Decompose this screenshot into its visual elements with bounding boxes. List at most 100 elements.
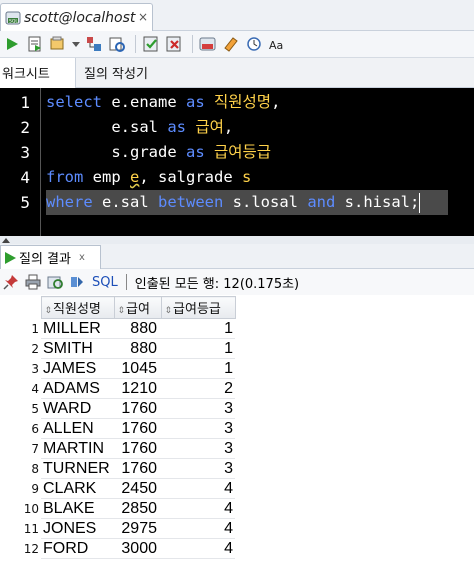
tab-query-builder[interactable]: 질의 작성기 — [76, 58, 158, 88]
line-number: 4 — [20, 168, 30, 187]
code-area[interactable]: select e.ename as 직원성명, e.sal as 급여, s.g… — [46, 90, 474, 215]
cell-sal[interactable]: 2850 — [114, 498, 161, 519]
result-toolbar: SQL 인출된 모든 행: 12(0.175초) — [0, 269, 474, 295]
commit-changes-icon[interactable] — [141, 34, 161, 54]
table-row[interactable]: 1 MILLER 880 1 — [0, 318, 235, 339]
cell-ename[interactable]: ADAMS — [41, 378, 114, 399]
table-row[interactable]: 9 CLARK 2450 4 — [0, 478, 235, 499]
cell-grade[interactable]: 4 — [161, 498, 235, 519]
cell-ename[interactable]: FORD — [41, 538, 114, 559]
toolbar-divider — [125, 274, 127, 290]
run-script-icon[interactable] — [25, 34, 45, 54]
clear-icon[interactable] — [221, 34, 241, 54]
sql-editor[interactable]: 1 2 3 4 5 select e.ename as 직원성명, e.sal as 급… — [0, 88, 474, 236]
table-row[interactable]: 4 ADAMS 1210 2 — [0, 378, 235, 399]
cell-sal[interactable]: 1210 — [114, 378, 161, 399]
table-row[interactable]: 8 TURNER 1760 3 — [0, 458, 235, 479]
code-text: e.ename — [102, 93, 186, 111]
code-line[interactable]: select e.ename as 직원성명, — [46, 90, 474, 115]
editor-subtabs: 워크시트 질의 작성기 — [0, 57, 474, 88]
column-header-sal[interactable]: ⇕급여 — [113, 296, 162, 319]
tab-query-result[interactable]: 질의 결과 x — [0, 245, 101, 269]
rollback-icon[interactable] — [164, 34, 184, 54]
autotrace-icon[interactable] — [107, 34, 127, 54]
close-result-tab-icon[interactable]: x — [79, 252, 85, 263]
worksheet-tab[interactable]: SQL scott@localhost × — [0, 3, 153, 31]
sql-keyword: as — [167, 118, 186, 136]
cell-sal[interactable]: 1045 — [114, 358, 161, 379]
refresh-icon[interactable] — [46, 273, 64, 291]
cell-ename[interactable]: BLAKE — [41, 498, 114, 519]
cell-ename[interactable]: JAMES — [41, 358, 114, 379]
explain-plan-icon[interactable] — [84, 34, 104, 54]
table-row[interactable]: 11 JONES 2975 4 — [0, 518, 235, 539]
table-row[interactable]: 10 BLAKE 2850 4 — [0, 498, 235, 519]
cell-sal[interactable]: 1760 — [114, 418, 161, 439]
cell-sal[interactable]: 1760 — [114, 398, 161, 419]
sql-keyword: from — [46, 168, 84, 186]
cell-ename[interactable]: TURNER — [41, 458, 114, 479]
close-tab-icon[interactable]: × — [138, 10, 148, 24]
column-header-grade[interactable]: ⇕급여등급 — [160, 296, 236, 319]
table-row[interactable]: 6 ALLEN 1760 3 — [0, 418, 235, 439]
cell-grade[interactable]: 4 — [161, 478, 235, 499]
format-icon[interactable]: Aa — [267, 34, 287, 54]
cell-ename[interactable]: JONES — [41, 518, 114, 539]
cell-grade[interactable]: 1 — [161, 358, 235, 379]
row-number: 9 — [31, 481, 39, 496]
cell-sal[interactable]: 880 — [114, 318, 161, 339]
sort-icon: ⇕ — [164, 306, 173, 316]
cell-grade[interactable]: 2 — [161, 378, 235, 399]
pin-icon[interactable] — [2, 273, 20, 291]
commit-icon[interactable] — [48, 34, 68, 54]
cell-ename[interactable]: MARTIN — [41, 438, 114, 459]
cell-ename[interactable]: WARD — [41, 398, 114, 419]
editor-horizontal-scrollbar[interactable] — [0, 236, 474, 244]
cell-sal[interactable]: 2975 — [114, 518, 161, 539]
tab-worksheet[interactable]: 워크시트 — [0, 57, 76, 88]
cell-sal[interactable]: 3000 — [114, 538, 161, 559]
sql-icon[interactable] — [68, 273, 86, 291]
table-row[interactable]: 2 SMITH 880 1 — [0, 338, 235, 359]
cell-grade[interactable]: 1 — [161, 318, 235, 339]
row-number: 12 — [23, 541, 39, 556]
code-line[interactable]: e.sal as 급여, — [46, 115, 474, 140]
row-number: 3 — [31, 361, 39, 376]
cell-ename[interactable]: CLARK — [41, 478, 114, 499]
code-text: , salgrade — [139, 168, 242, 186]
cell-grade[interactable]: 4 — [161, 518, 235, 539]
cell-sal[interactable]: 1760 — [114, 438, 161, 459]
history-icon[interactable] — [244, 34, 264, 54]
run-statement-icon[interactable] — [2, 34, 22, 54]
dropdown-icon[interactable] — [71, 34, 81, 54]
cell-ename[interactable]: SMITH — [41, 338, 114, 359]
table-row[interactable]: 7 MARTIN 1760 3 — [0, 438, 235, 459]
cell-grade[interactable]: 3 — [161, 398, 235, 419]
sql-tuning-icon[interactable] — [198, 34, 218, 54]
table-row[interactable]: 3 JAMES 1045 1 — [0, 358, 235, 379]
result-grid[interactable]: ⇕직원성명 ⇕급여 ⇕급여등급 1 MILLER 880 1 2 SMITH 880 1 3 JA… — [0, 296, 474, 559]
code-line[interactable]: s.grade as 급여등급 — [46, 140, 474, 165]
svg-text:Aa: Aa — [269, 39, 283, 52]
sql-link[interactable]: SQL — [92, 275, 118, 290]
cell-grade[interactable]: 1 — [161, 338, 235, 359]
cell-sal[interactable]: 2450 — [114, 478, 161, 499]
cell-grade[interactable]: 3 — [161, 438, 235, 459]
column-header-ename[interactable]: ⇕직원성명 — [40, 296, 115, 319]
cell-sal[interactable]: 880 — [114, 338, 161, 359]
cell-grade[interactable]: 3 — [161, 458, 235, 479]
code-line[interactable]: where e.sal between s.losal and s.hisal; — [46, 190, 448, 215]
cell-ename[interactable]: MILLER — [41, 318, 114, 339]
cell-sal[interactable]: 1760 — [114, 458, 161, 479]
cell-grade[interactable]: 4 — [161, 538, 235, 559]
row-number-header — [0, 296, 41, 319]
code-line[interactable]: from emp e, salgrade s — [46, 165, 474, 190]
collapse-up-icon[interactable] — [0, 236, 14, 244]
result-tab-label: 질의 결과 — [19, 252, 71, 267]
print-icon[interactable] — [24, 273, 42, 291]
table-row[interactable]: 12 FORD 3000 4 — [0, 538, 235, 559]
cell-grade[interactable]: 3 — [161, 418, 235, 439]
table-row[interactable]: 5 WARD 1760 3 — [0, 398, 235, 419]
cell-ename[interactable]: ALLEN — [41, 418, 114, 439]
